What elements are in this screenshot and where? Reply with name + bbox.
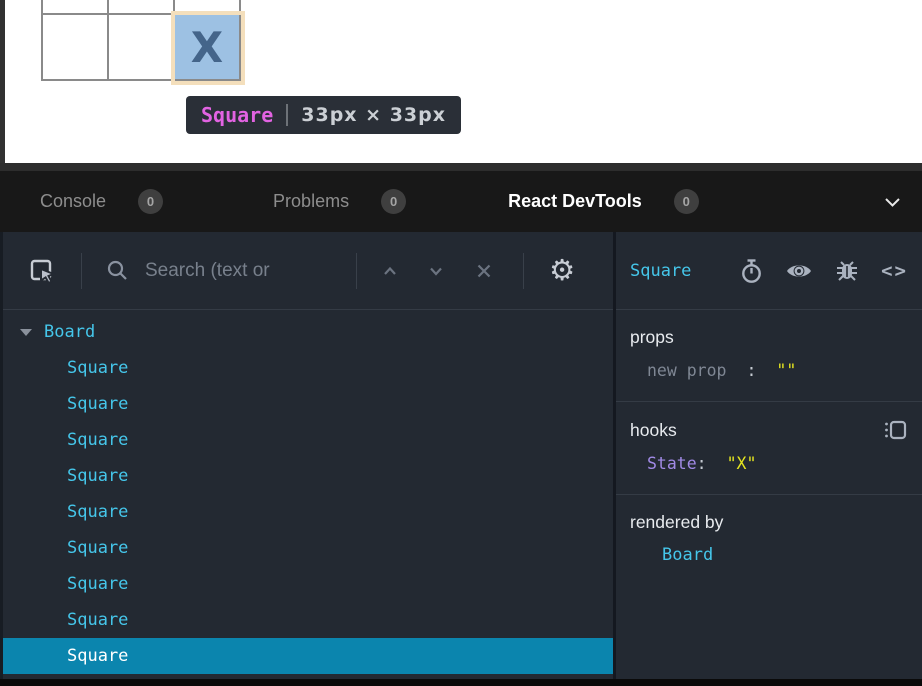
prop-value-input[interactable]: "" [776,361,796,380]
tab-problems[interactable]: Problems 0 [273,189,406,214]
toolbar-divider [356,253,357,289]
tic-tac-toe-board: X [41,0,241,81]
inspector-panel: Square [616,232,922,679]
hook-row-state: State:"X" [630,454,908,473]
tab-console[interactable]: Console 0 [40,189,163,214]
selected-component-title: Square [630,261,691,281]
parse-hooks-icon[interactable] [883,419,908,441]
tree-item-label: Square [67,502,128,522]
tree-item-label: Square [67,646,128,666]
toolbar-divider [523,253,524,289]
board-square[interactable] [109,0,175,15]
tree-item-square[interactable]: Square [0,458,613,494]
board-square[interactable] [43,0,109,15]
props-section: props new prop:"" [616,310,922,402]
tree-item-label: Square [67,610,128,630]
component-tree: Board Square Square Square Square Square Squa… [0,310,613,679]
board-square[interactable] [43,15,109,81]
rendered-by-link[interactable]: Board [630,545,908,565]
view-source-icon[interactable]: <> [881,260,908,282]
tree-item-square[interactable]: Square [0,422,613,458]
window-left-edge [0,0,5,163]
hooks-header: hooks [630,420,677,441]
close-icon[interactable] [473,260,495,282]
tree-item-label: Square [67,430,128,450]
tree-item-label: Square [67,394,128,414]
tree-item-label: Square [67,358,128,378]
rendered-by-header: rendered by [630,512,908,533]
tree-item-label: Square [67,466,128,486]
prop-key-input[interactable]: new prop [647,361,726,380]
tree-item-square[interactable]: Square [0,386,613,422]
stopwatch-icon[interactable] [739,258,764,284]
board-square[interactable] [175,0,241,15]
window-bottom-edge [0,679,922,686]
eye-icon[interactable] [785,260,813,282]
components-tree-panel: ⚙ Board Square Square Square Square Square Sq… [0,232,613,679]
gear-icon[interactable]: ⚙ [549,256,575,285]
tree-item-label: Square [67,574,128,594]
search-input[interactable] [145,260,350,282]
tree-item-board[interactable]: Board [0,314,613,350]
hook-key: State [647,454,697,473]
tree-item-square[interactable]: Square [0,566,613,602]
chevron-up-icon[interactable] [379,260,401,282]
panel-left-edge [0,232,3,679]
props-header: props [630,327,908,348]
prop-row-new-prop: new prop:"" [630,361,908,380]
tab-count-badge: 0 [674,189,699,214]
bug-icon[interactable] [834,258,860,284]
tree-item-square-selected[interactable]: Square [0,638,613,674]
hook-value-input[interactable]: "X" [727,454,757,473]
tree-toolbar: ⚙ [0,232,613,310]
tab-react-devtools[interactable]: React DevTools 0 [508,189,699,214]
tab-count-badge: 0 [381,189,406,214]
tab-label: React DevTools [508,191,642,212]
tree-item-square[interactable]: Square [0,494,613,530]
react-devtools-panel: ⚙ Board Square Square Square Square Square Sq… [0,232,922,679]
chevron-down-icon[interactable] [883,195,902,209]
hooks-section: hooks State:"X" [616,402,922,495]
screenshot-root: X Square 33px × 33px Console 0 Problems … [0,0,922,686]
tree-item-square[interactable]: Square [0,530,613,566]
inspector-header: Square [616,232,922,310]
devtools-top-border [0,163,922,171]
expander-triangle-icon[interactable] [20,329,32,336]
tree-item-label: Board [44,322,95,342]
tab-label: Console [40,191,106,212]
tree-item-label: Square [67,538,128,558]
board-square[interactable] [109,15,175,81]
tooltip-component-name: Square [201,103,273,127]
toolbar-divider [81,253,82,289]
inspect-element-icon[interactable] [28,257,56,285]
tree-item-square[interactable]: Square [0,602,613,638]
tab-count-badge: 0 [138,189,163,214]
browser-page-viewport: X Square 33px × 33px [0,0,922,163]
board-square-highlighted[interactable]: X [175,15,241,81]
tree-item-square[interactable]: Square [0,350,613,386]
tab-label: Problems [273,191,349,212]
inspect-overlay-tooltip: Square 33px × 33px [186,96,461,134]
rendered-by-section: rendered by Board [616,495,922,586]
devtools-tab-bar: Console 0 Problems 0 React DevTools 0 [0,171,922,232]
chevron-down-icon[interactable] [425,260,447,282]
tooltip-dimensions: 33px × 33px [301,104,446,126]
tooltip-divider [286,104,288,126]
search-icon [106,259,129,282]
